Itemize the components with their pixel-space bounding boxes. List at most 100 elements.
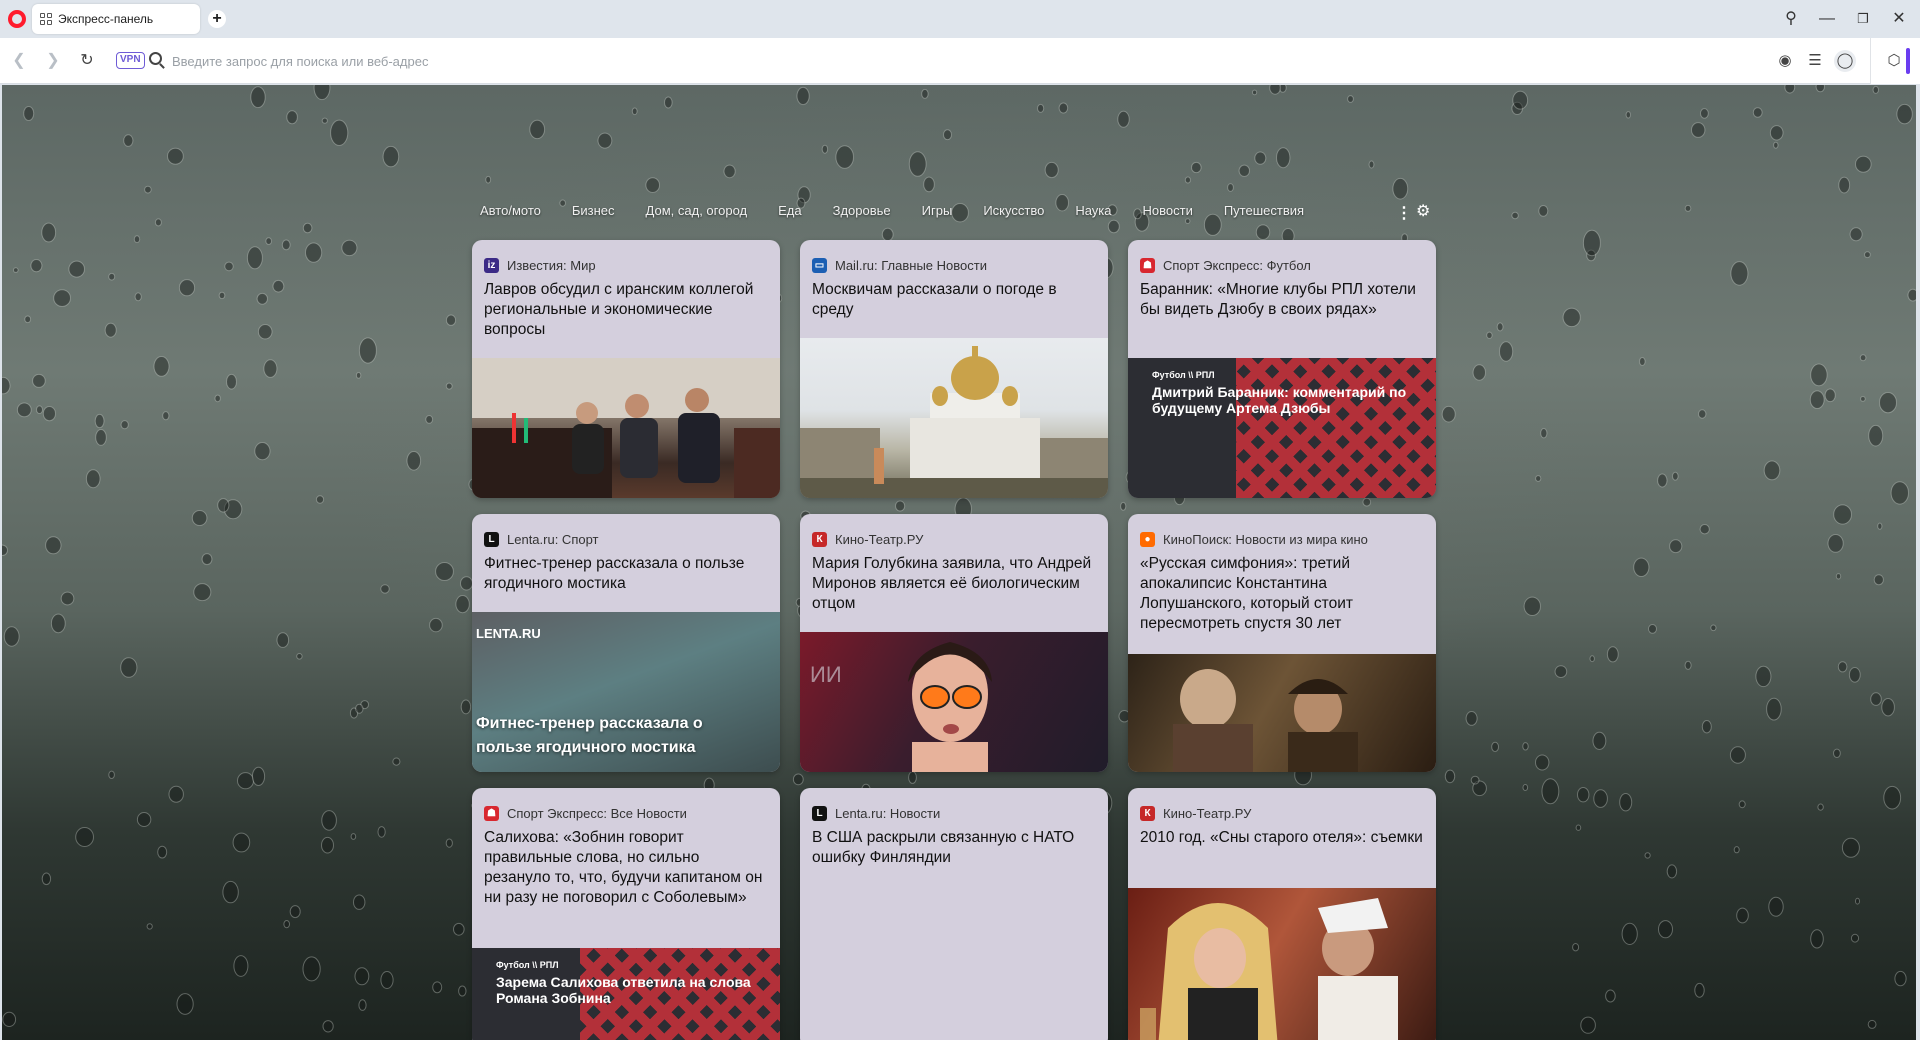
sport-tag: Футбол \\ РПЛ [496,960,559,970]
meeting-photo [472,358,780,498]
tab-search-icon[interactable]: ⚲ [1780,8,1802,30]
category-business[interactable]: Бизнес [572,203,615,218]
party-illustration [1140,898,1398,1040]
news-card[interactable]: ▭ Mail.ru: Главные Новости Москвичам рас… [800,240,1108,498]
card-source: L Lenta.ru: Спорт [472,514,780,548]
source-name: Спорт Экспресс: Футбол [1163,258,1311,273]
news-card[interactable]: К Кино-Театр.РУ Мария Голубкина заявила,… [800,514,1108,772]
card-headline[interactable]: Баранник: «Многие клубы РПЛ хотели бы ви… [1128,274,1436,320]
party-photo [1128,888,1436,1040]
search-icon [149,52,162,65]
reload-icon[interactable]: ↻ [76,50,98,72]
izvestia-favicon-icon: iz [484,258,499,273]
sport-express-favicon-icon: ☗ [1140,258,1155,273]
sport-caption: Футбол \\ РПЛ Зарема Салихова ответила н… [496,960,766,1006]
sport-caption-text: Дмитрий Баранник: комментарий по будущем… [1152,384,1407,416]
source-name: Lenta.ru: Новости [835,806,941,821]
card-source: К Кино-Театр.РУ [800,514,1108,548]
news-card[interactable]: ● КиноПоиск: Новости из мира кино «Русск… [1128,514,1436,772]
kino-teatr-favicon-icon: К [812,532,827,547]
actress-photo: ИИ [800,632,1108,772]
lenta-photo: LENTA.RU Фитнес-тренер рассказала о поль… [472,612,780,772]
category-auto[interactable]: Авто/мото [480,203,541,218]
profile-icon[interactable]: ◯ [1834,50,1856,72]
address-input[interactable] [172,48,1172,74]
category-health[interactable]: Здоровье [833,203,891,218]
snapshot-camera-icon[interactable]: ◉ [1774,50,1796,72]
news-card[interactable]: L Lenta.ru: Спорт Фитнес-тренер рассказа… [472,514,780,772]
film-illustration [1173,669,1358,772]
minimize-icon[interactable]: — [1816,8,1838,30]
vpn-badge[interactable]: VPN [116,52,145,69]
lenta-favicon-icon: L [812,806,827,821]
address-bar: ❮ ❯ ↻ VPN ◉ ☰ ◯ [0,38,1920,84]
meeting-illustration [472,358,780,498]
category-games[interactable]: Игры [922,203,953,218]
card-headline[interactable]: Фитнес-тренер рассказала о пользе ягодич… [472,548,780,594]
card-headline[interactable]: Мария Голубкина заявила, что Андрей Миро… [800,548,1108,614]
sport-banner: Футбол \\ РПЛ Зарема Салихова ответила н… [472,948,780,1040]
sport-caption: Футбол \\ РПЛ Дмитрий Баранник: коммента… [1152,370,1422,416]
card-source: ☗ Спорт Экспресс: Все Новости [472,788,780,822]
category-art[interactable]: Искусство [983,203,1044,218]
category-news[interactable]: Новости [1143,203,1193,218]
source-name: Известия: Мир [507,258,596,273]
mailru-favicon-icon: ▭ [812,258,827,273]
news-card[interactable]: ☗ Спорт Экспресс: Все Новости Салихова: … [472,788,780,1040]
svg-text:ИИ: ИИ [810,662,842,687]
card-source: ☗ Спорт Экспресс: Футбол [1128,240,1436,274]
accent-indicator [1906,48,1910,74]
tab-title: Экспресс-панель [58,12,154,26]
more-options-icon[interactable]: ⋮ [1396,203,1412,223]
close-icon[interactable]: ✕ [1888,8,1910,30]
news-card[interactable]: L Lenta.ru: Новости В США раскрыли связа… [800,788,1108,1040]
sport-caption-text: Зарема Салихова ответила на слова Романа… [496,974,751,1006]
kinopoisk-favicon-icon: ● [1140,532,1155,547]
card-headline[interactable]: Лавров обсудил с иранским коллегой регио… [472,274,780,340]
card-headline[interactable]: В США раскрыли связанную с НАТО ошибку Ф… [800,822,1108,868]
tab-bar: Экспресс-панель + ⚲ — ❐ ✕ [0,0,1920,38]
film-still [1128,654,1436,772]
lenta-favicon-icon: L [484,532,499,547]
settings-gear-icon[interactable]: ⚙ [1416,201,1430,221]
news-categories: Авто/мото Бизнес Дом, сад, огород Еда Зд… [480,203,1304,218]
cathedral-illustration [800,346,1108,498]
easy-setup-icon[interactable]: ☰ [1804,50,1826,72]
source-name: Кино-Театр.РУ [835,532,924,547]
card-headline[interactable]: 2010 год. «Сны старого отеля»: съемки [1128,822,1436,848]
news-grid: iz Известия: Мир Лавров обсудил с иранск… [472,240,1438,1040]
sport-banner: Футбол \\ РПЛ Дмитрий Баранник: коммента… [1128,358,1436,498]
opera-menu-icon[interactable] [8,10,26,28]
source-name: Mail.ru: Главные Новости [835,258,987,273]
source-name: Кино-Театр.РУ [1163,806,1252,821]
card-source: К Кино-Театр.РУ [1128,788,1436,822]
sport-tag: Футбол \\ РПЛ [1152,370,1215,380]
source-name: Спорт Экспресс: Все Новости [507,806,687,821]
church-photo [800,338,1108,498]
restore-icon[interactable]: ❐ [1852,8,1874,30]
news-card[interactable]: iz Известия: Мир Лавров обсудил с иранск… [472,240,780,498]
category-food[interactable]: Еда [778,203,802,218]
card-source: ● КиноПоиск: Новости из мира кино [1128,514,1436,548]
kino-teatr-favicon-icon: К [1140,806,1155,821]
category-home-garden[interactable]: Дом, сад, огород [646,203,748,218]
card-headline[interactable]: Москвичам рассказали о погоде в среду [800,274,1108,320]
card-headline[interactable]: Салихова: «Зобнин говорит правильные сло… [472,822,780,908]
card-headline[interactable]: «Русская симфония»: третий апокалипсис К… [1128,548,1436,634]
actress-illustration: ИИ [810,642,992,772]
category-travel[interactable]: Путешествия [1224,203,1304,218]
extensions-cube-icon[interactable]: ⬡ [1883,50,1905,72]
category-science[interactable]: Наука [1075,203,1111,218]
sport-express-favicon-icon: ☗ [484,806,499,821]
forward-icon[interactable]: ❯ [42,50,64,72]
card-source: ▭ Mail.ru: Главные Новости [800,240,1108,274]
back-icon[interactable]: ❮ [8,50,30,72]
tab-speed-dial[interactable]: Экспресс-панель [32,4,200,34]
source-name: Lenta.ru: Спорт [507,532,599,547]
news-card[interactable]: К Кино-Театр.РУ 2010 год. «Сны старого о… [1128,788,1436,1040]
speed-dial-page: Авто/мото Бизнес Дом, сад, огород Еда Зд… [2,85,1916,1040]
source-name: КиноПоиск: Новости из мира кино [1163,532,1368,547]
new-tab-button[interactable]: + [208,10,226,28]
speed-dial-icon [40,13,52,25]
news-card[interactable]: ☗ Спорт Экспресс: Футбол Баранник: «Мног… [1128,240,1436,498]
